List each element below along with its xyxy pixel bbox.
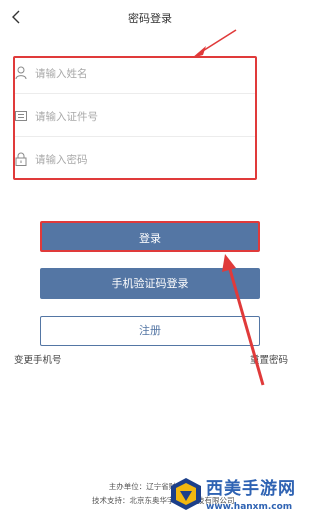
watermark-logo-icon (171, 478, 201, 510)
reset-password-link[interactable]: 重置密码 (250, 352, 288, 366)
annotation-box-form (13, 56, 257, 180)
page-title: 密码登录 (128, 12, 172, 25)
watermark-brand: 西美手游网 (206, 479, 296, 499)
change-phone-link[interactable]: 变更手机号 (14, 352, 62, 366)
register-button[interactable]: 注册 (40, 316, 260, 346)
sms-login-button[interactable]: 手机验证码登录 (40, 268, 260, 299)
login-button[interactable]: 登录 (40, 221, 260, 252)
watermark: 西美手游网 www.hanxm.com (168, 472, 300, 530)
watermark-url: www.hanxm.com (206, 502, 293, 512)
